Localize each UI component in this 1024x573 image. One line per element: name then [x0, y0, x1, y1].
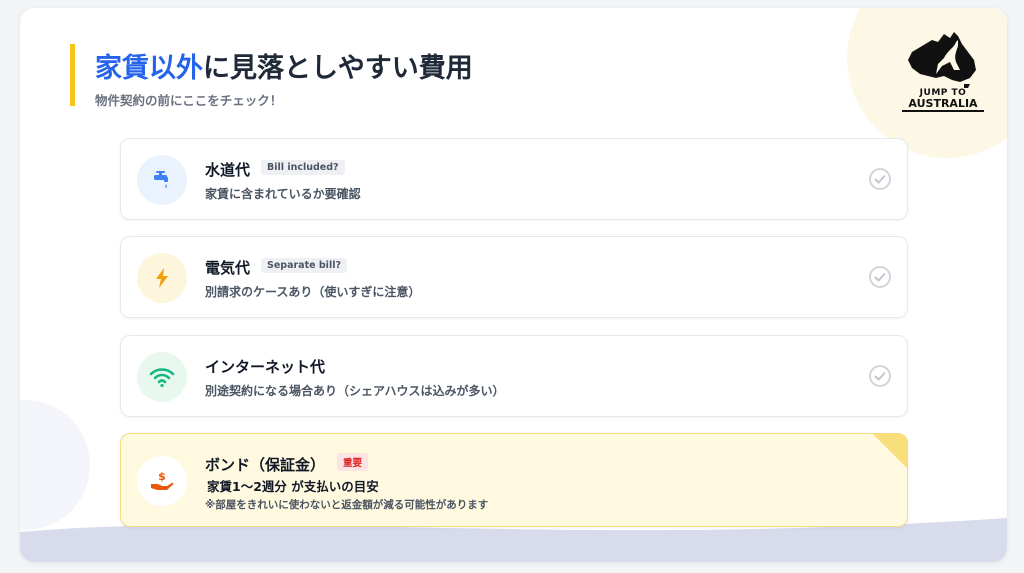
- card-title: 電気代: [205, 259, 251, 277]
- water-faucet-icon: [137, 155, 187, 205]
- accent-bar: [70, 44, 75, 106]
- svg-text:$: $: [158, 470, 166, 483]
- card-badge: Bill included?: [261, 160, 345, 175]
- cost-card-electricity: 電気代 Separate bill? 別請求のケースあり（使いすぎに注意）: [120, 236, 908, 318]
- important-badge: 重要: [337, 453, 369, 471]
- lightning-icon: [137, 253, 187, 303]
- card-description: 家賃に含まれているか要確認: [205, 187, 361, 201]
- logo-line-2: AUSTRALIA: [902, 98, 984, 112]
- card-description: 別請求のケースあり（使いすぎに注意）: [205, 285, 421, 299]
- title-highlight: 家賃以外: [95, 53, 203, 84]
- cost-card-bond: $ ボンド（保証金） 重要 家賃1〜2週分 が支払いの目安 ※部屋をきれいに使わ…: [120, 433, 908, 527]
- logo-text: JUMP TO AUSTRALIA: [902, 88, 984, 112]
- card-title: 水道代: [205, 161, 251, 179]
- card-title: ボンド（保証金）: [205, 456, 326, 474]
- slide: 家賃以外に見落としやすい費用 物件契約の前にここをチェック！ JUMP TO A…: [20, 8, 1007, 562]
- page-title: 家賃以外に見落としやすい費用: [95, 46, 473, 85]
- title-rest: に見落としやすい費用: [203, 53, 473, 84]
- corner-fold: [873, 434, 907, 468]
- card-title: インターネット代: [205, 358, 326, 376]
- card-note: ※部屋をきれいに使わないと返金額が減る可能性があります: [205, 499, 489, 511]
- card-description: 別途契約になる場合あり（シェアハウスは込みが多い）: [205, 384, 505, 398]
- card-description: 家賃1〜2週分 が支払いの目安: [207, 479, 379, 494]
- cost-card-internet: インターネット代 別途契約になる場合あり（シェアハウスは込みが多い）: [120, 335, 908, 417]
- checkmark-circle-icon[interactable]: [869, 266, 891, 288]
- checkmark-circle-icon[interactable]: [869, 365, 891, 387]
- card-badge: Separate bill?: [261, 258, 347, 273]
- page-subtitle: 物件契約の前にここをチェック！: [95, 93, 283, 108]
- checkmark-circle-icon[interactable]: [869, 168, 891, 190]
- wifi-icon: [137, 352, 187, 402]
- jump-to-australia-logo: JUMP TO AUSTRALIA: [902, 30, 984, 114]
- australia-map-icon: [908, 32, 976, 88]
- money-hand-icon: $: [137, 456, 187, 506]
- cost-card-water: 水道代 Bill included? 家賃に含まれているか要確認: [120, 138, 908, 220]
